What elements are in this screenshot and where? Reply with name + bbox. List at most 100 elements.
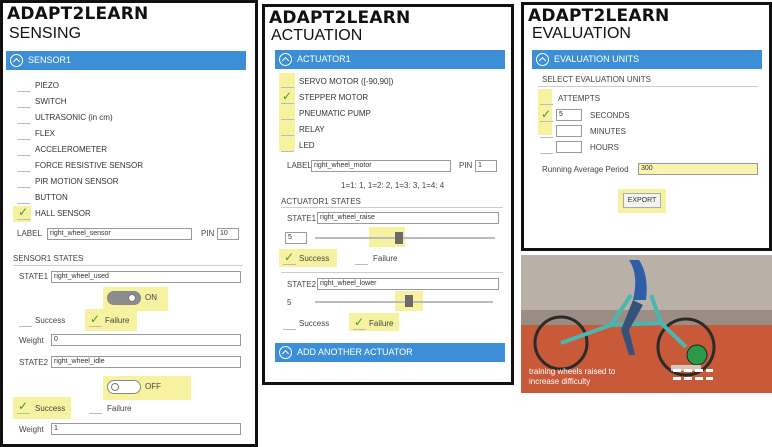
state2-toggle[interactable] <box>107 380 141 394</box>
export-button[interactable]: EXPORT <box>623 193 661 208</box>
sensor-item-button[interactable]: BUTTON <box>17 191 68 205</box>
failure1-label: Failure <box>373 254 398 263</box>
state1-input[interactable]: right_wheel_used <box>51 271 241 283</box>
state1-input[interactable]: right_wheel_raise <box>317 212 499 224</box>
minutes-input[interactable] <box>556 125 582 137</box>
state2-steps[interactable]: 5 <box>287 298 291 307</box>
checkbox[interactable] <box>281 139 294 152</box>
minutes-checkbox[interactable] <box>540 125 553 138</box>
state1-slider-track[interactable] <box>315 237 495 239</box>
divider <box>13 265 243 266</box>
running-average-label: Running Average Period <box>542 165 629 174</box>
actuator-item-relay[interactable]: RELAY <box>281 123 325 137</box>
collapse-icon[interactable] <box>279 53 292 66</box>
success2-checkbox[interactable] <box>17 399 30 414</box>
photo-caption-line2: increase difficulty <box>529 377 591 386</box>
weight1-input[interactable]: 0 <box>51 334 241 346</box>
collapse-icon[interactable] <box>536 53 549 66</box>
collapse-icon[interactable] <box>10 54 23 67</box>
failure2-checkbox[interactable] <box>89 401 102 414</box>
actuator-label-input[interactable]: right_wheel_motor <box>311 160 451 172</box>
sensor-item-label: FLEX <box>35 129 56 138</box>
checkbox[interactable] <box>281 107 294 120</box>
checkbox[interactable] <box>17 159 30 172</box>
evaluation-title: EVALUATION <box>532 25 631 42</box>
expand-icon[interactable] <box>279 346 292 359</box>
checkbox[interactable] <box>17 111 30 124</box>
actuator-pin-input[interactable]: 1 <box>475 160 497 172</box>
seconds-input[interactable]: 5 <box>556 109 582 121</box>
add-actuator-bar[interactable]: ADD ANOTHER ACTUATOR <box>275 343 505 362</box>
evaluation-units-bar[interactable]: EVALUATION UNITS <box>532 50 762 69</box>
actuator-item-stepper[interactable]: STEPPER MOTOR <box>281 89 368 105</box>
state2-input[interactable]: right_wheel_idle <box>51 356 241 368</box>
sensor-item-hall[interactable]: HALL SENSOR <box>17 205 91 221</box>
sensor-item-label: SWITCH <box>35 97 67 106</box>
state1-steps-input[interactable]: 5 <box>285 232 307 244</box>
checkbox[interactable] <box>17 191 30 204</box>
brand-logo: ADAPT2LEARN <box>7 4 149 24</box>
checkbox[interactable] <box>17 143 30 156</box>
sensor-pin-input[interactable]: 10 <box>217 228 239 240</box>
sensor-item-pir[interactable]: PIR MOTION SENSOR <box>17 175 119 189</box>
actuator-item-label: RELAY <box>299 125 325 134</box>
failure2-label: Failure <box>369 319 394 328</box>
hours-label: HOURS <box>590 143 619 152</box>
sensor-item-flex[interactable]: FLEX <box>17 127 55 141</box>
sensor-label-input[interactable]: right_wheel_sensor <box>47 228 192 240</box>
sensor-item-switch[interactable]: SWITCH <box>17 95 67 109</box>
seconds-checkbox[interactable] <box>540 107 553 122</box>
state1-slider-thumb[interactable] <box>395 232 403 244</box>
state1-toggle[interactable] <box>107 291 141 305</box>
checkbox[interactable] <box>17 127 30 140</box>
failure1-checkbox[interactable] <box>89 312 102 327</box>
success1-checkbox[interactable] <box>19 314 32 327</box>
failure1-checkbox[interactable] <box>355 252 368 265</box>
checkbox[interactable] <box>281 75 294 88</box>
actuator-item-servo[interactable]: SERVO MOTOR ([-90,90]) <box>281 75 393 89</box>
checkbox[interactable] <box>17 95 30 108</box>
checkbox[interactable] <box>17 175 30 188</box>
sensor-item-ultrasonic[interactable]: ULTRASONIC (in cm) <box>17 111 113 125</box>
state2-slider-thumb[interactable] <box>405 295 413 307</box>
evaluation-units-label: EVALUATION UNITS <box>554 54 640 64</box>
sensor-item-piezo[interactable]: PIEZO <box>17 79 59 93</box>
sensor1-bar[interactable]: SENSOR1 <box>6 51 246 70</box>
hours-checkbox[interactable] <box>540 141 553 154</box>
failure2-checkbox[interactable] <box>353 315 366 330</box>
photo-grid-icon <box>673 369 713 383</box>
attempts-checkbox[interactable] <box>540 92 553 105</box>
divider <box>538 86 758 87</box>
sensor-item-label: ACCELEROMETER <box>35 145 108 154</box>
checkbox-checked[interactable] <box>17 205 30 220</box>
sensor-item-force[interactable]: FORCE RESISTIVE SENSOR <box>17 159 143 173</box>
success1-label: Success <box>35 316 66 325</box>
bike-photo: training wheels raised to increase diffi… <box>521 255 772 393</box>
sensor-item-label: FORCE RESISTIVE SENSOR <box>35 161 144 170</box>
pin-caption: PIN <box>201 229 215 238</box>
weight2-input[interactable]: 1 <box>51 423 241 435</box>
failure2-label: Failure <box>107 404 132 413</box>
checkbox-checked[interactable] <box>281 89 294 104</box>
toggle-knob <box>111 383 119 391</box>
brand-logo: ADAPT2LEARN <box>269 8 411 28</box>
select-heading: SELECT EVALUATION UNITS <box>542 75 651 84</box>
steps-text: 1=1: 1, 1=2: 2, 1=3: 3, 1=4: 4 <box>341 181 445 190</box>
sensing-title: SENSING <box>9 25 82 42</box>
state2-slider-track[interactable] <box>315 301 493 303</box>
actuator-item-led[interactable]: LED <box>281 139 315 153</box>
actuator-item-label: SERVO MOTOR ([-90,90]) <box>299 77 394 86</box>
success1-checkbox[interactable] <box>283 250 296 265</box>
success2-checkbox[interactable] <box>283 317 296 330</box>
state2-input[interactable]: right_wheel_lower <box>317 278 499 290</box>
sensor-item-label: HALL SENSOR <box>35 209 91 218</box>
states-heading: SENSOR1 STATES <box>13 254 84 263</box>
actuator1-bar[interactable]: ACTUATOR1 <box>275 50 505 69</box>
actuator-item-label: LED <box>299 141 315 150</box>
checkbox[interactable] <box>17 79 30 92</box>
checkbox[interactable] <box>281 123 294 136</box>
sensor-item-accelerometer[interactable]: ACCELEROMETER <box>17 143 107 157</box>
hours-input[interactable] <box>556 141 582 153</box>
actuator-item-pump[interactable]: PNEUMATIC PUMP <box>281 107 371 121</box>
running-average-input[interactable]: 300 <box>638 163 758 175</box>
